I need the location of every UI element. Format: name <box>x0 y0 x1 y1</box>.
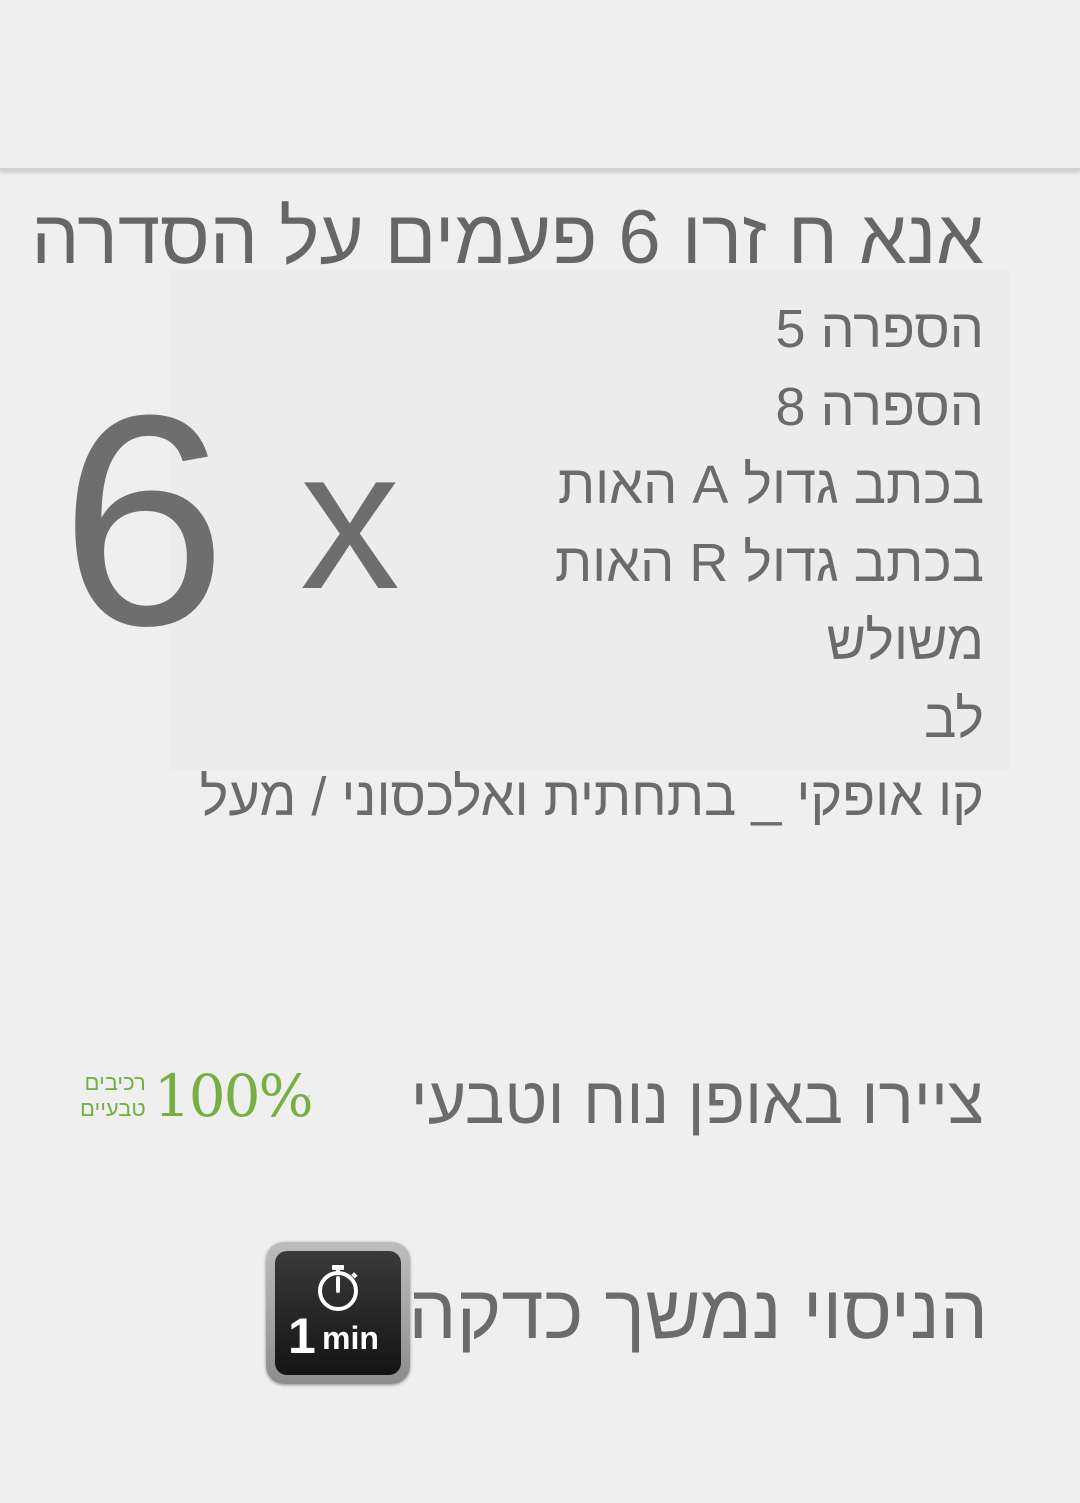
natural-ingredients-badge: רכיבים טבעיים 100% <box>80 1062 314 1130</box>
times-symbol: x <box>300 408 400 631</box>
stopwatch-unit: min <box>322 1320 379 1356</box>
badge-percent: 100% <box>153 1062 314 1130</box>
list-item: בכתב גדול A האות <box>557 455 984 515</box>
stopwatch-number: 1 <box>288 1308 316 1364</box>
list-item: הספרה 8 <box>775 377 984 437</box>
repeat-count: 6 <box>60 352 227 688</box>
list-item: לב <box>924 689 984 749</box>
stopwatch-icon: 1 min <box>266 1242 410 1384</box>
stopwatch-glyph <box>318 1265 358 1311</box>
badge-words: רכיבים טבעיים <box>80 1070 146 1122</box>
list-item: קו אופקי _ בתחתית ואלכסוני / מעל <box>199 767 984 827</box>
instruction-title: אנא ח זרו 6 פעמים על הסדרה <box>31 195 984 280</box>
duration-text: הניסוי נמשך כדקה <box>408 1270 988 1355</box>
badge-line-2: טבעיים <box>80 1096 146 1121</box>
list-item: משולש <box>826 611 984 671</box>
list-item: הספרה 5 <box>775 299 984 359</box>
top-bar <box>0 0 1080 171</box>
list-item: בכתב גדול R האות <box>554 533 984 593</box>
shape-list: הספרה 5 הספרה 8 בכתב גדול A האות בכתב גד… <box>144 290 984 836</box>
leaf-icon <box>307 1095 310 1097</box>
badge-line-1: רכיבים <box>84 1070 146 1095</box>
natural-drawing-text: ציירו באופן נוח וטבעי <box>410 1063 984 1137</box>
